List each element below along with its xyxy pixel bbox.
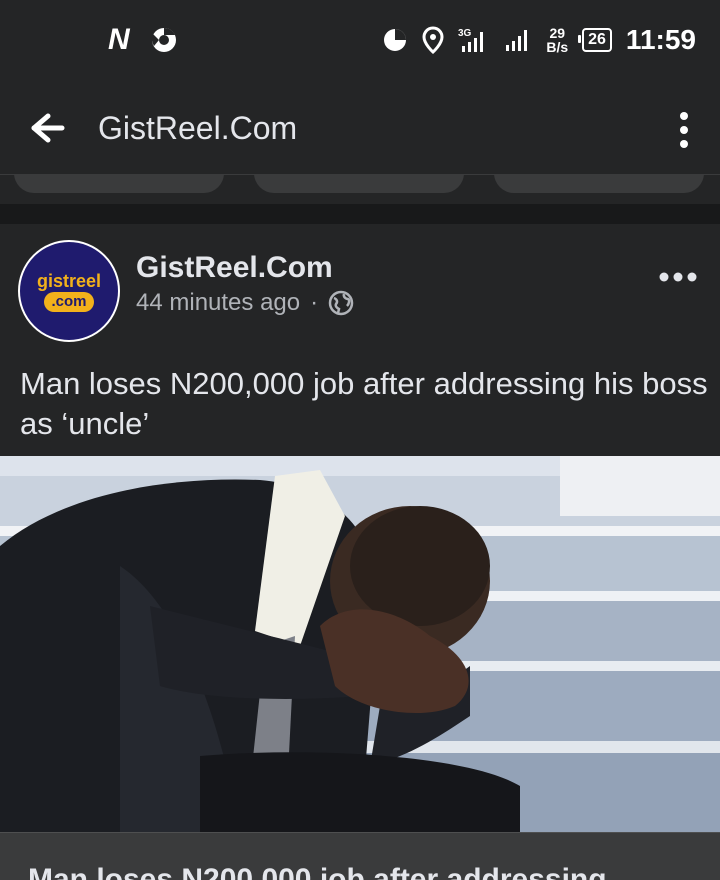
link-preview-title: Man loses N200,000 job after addressing xyxy=(28,863,607,880)
page-avatar[interactable]: gistreel .com xyxy=(18,240,120,342)
post-author-name[interactable]: GistReel.Com xyxy=(136,250,333,286)
battery-indicator: 26 xyxy=(578,28,612,52)
data-saver-icon xyxy=(384,29,407,51)
chrome-icon xyxy=(151,27,176,52)
globe-icon xyxy=(328,290,354,316)
feed-post: gistreel .com GistReel.Com 44 minutes ag… xyxy=(0,224,720,880)
link-preview-card[interactable]: Man loses N200,000 job after addressing xyxy=(0,832,720,880)
action-chip-strip xyxy=(0,174,720,205)
svg-text:3G: 3G xyxy=(458,28,472,39)
post-meta: 44 minutes ago · xyxy=(136,288,354,318)
back-arrow-icon[interactable] xyxy=(26,108,68,148)
action-chip[interactable] xyxy=(14,175,224,193)
speed-value: 29 xyxy=(549,25,566,41)
action-chip[interactable] xyxy=(494,175,704,193)
post-options-icon[interactable] xyxy=(658,270,698,284)
action-chip[interactable] xyxy=(254,175,464,193)
post-timestamp[interactable]: 44 minutes ago xyxy=(136,288,300,318)
post-caption: Man loses N200,000 job after addressing … xyxy=(20,366,708,441)
location-icon xyxy=(422,26,444,54)
notification-app-icon: N xyxy=(108,23,130,56)
status-bar: N 3G 29 B/s 26 11:59 xyxy=(0,0,720,80)
meta-separator: · xyxy=(310,289,319,316)
post-image[interactable] xyxy=(0,456,720,832)
page-title: GistReel.Com xyxy=(98,110,298,146)
feed-divider xyxy=(0,204,720,224)
status-icons: 3G 29 B/s 26 11:59 xyxy=(382,22,696,58)
signal-3g-icon: 3G xyxy=(458,28,484,52)
speed-unit: B/s xyxy=(546,39,569,55)
avatar-logo-text: gistreel xyxy=(36,271,102,291)
more-options-icon[interactable] xyxy=(672,110,696,150)
network-speed: 29 B/s xyxy=(546,26,568,54)
signal-icon xyxy=(506,30,528,51)
clock: 11:59 xyxy=(625,24,696,55)
app-bar: GistReel.Com xyxy=(0,80,720,174)
avatar-logo-suffix: .com xyxy=(44,292,94,312)
